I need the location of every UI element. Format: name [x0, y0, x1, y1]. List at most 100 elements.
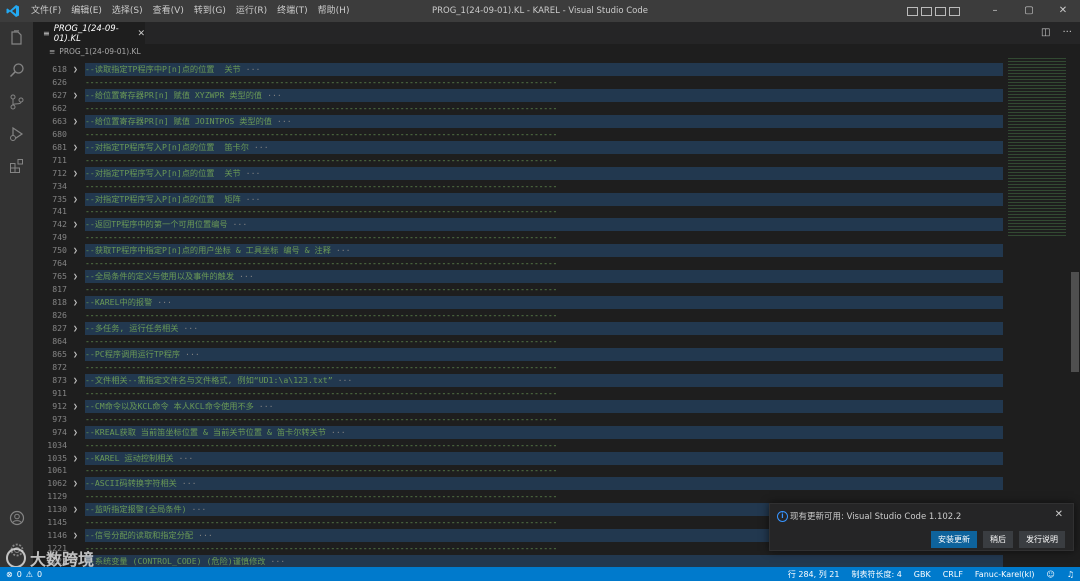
folded-region-line[interactable]: 627 ❯ --给位置寄存器PR[n] 赋值 XYZWPR 类型的值 ··· — [33, 88, 1008, 102]
more-actions-icon[interactable]: ··· — [1062, 22, 1072, 44]
fold-chevron-icon[interactable]: ❯ — [73, 477, 78, 490]
cursor-position[interactable]: 行 284, 列 21 — [788, 569, 840, 580]
fold-ellipsis[interactable]: ··· — [198, 530, 213, 540]
problems-indicator[interactable]: ⊗ 0 ⚠ 0 — [0, 570, 42, 579]
later-button[interactable]: 稍后 — [983, 531, 1013, 548]
split-editor-icon[interactable]: ◫ — [1041, 22, 1050, 44]
separator-line[interactable]: 911 -------------------------------------… — [33, 387, 1008, 400]
eol[interactable]: CRLF — [943, 570, 963, 579]
notifications-bell-icon[interactable]: ♫ — [1067, 570, 1074, 579]
folded-region-line[interactable]: 1222 ❯ --系统变量 (CONTROL_CODE) (危险)谨慎修改 ··· — [33, 555, 1008, 567]
fold-chevron-icon[interactable]: ❯ — [73, 244, 78, 257]
encoding[interactable]: GBK — [914, 570, 931, 579]
feedback-icon[interactable]: ☺ — [1046, 570, 1054, 579]
fold-chevron-icon[interactable]: ❯ — [73, 296, 78, 309]
fold-chevron-icon[interactable]: ❯ — [73, 348, 78, 361]
toggle-sidebar-icon[interactable] — [907, 6, 918, 16]
fold-chevron-icon[interactable]: ❯ — [73, 400, 78, 413]
fold-ellipsis[interactable]: ··· — [239, 271, 254, 281]
folded-region-line[interactable]: 742 ❯ --返回TP程序中的第一个可用位置编号 ··· — [33, 218, 1008, 232]
fold-chevron-icon[interactable]: ❯ — [73, 503, 78, 516]
fold-ellipsis[interactable]: ··· — [185, 349, 200, 359]
folded-region-line[interactable]: 750 ❯ --获取TP程序中指定P[n]点的用户坐标 & 工具坐标 编号 & 注释… — [33, 244, 1008, 258]
menu-item[interactable]: 编辑(E) — [66, 0, 107, 22]
separator-line[interactable]: 749 -------------------------------------… — [33, 231, 1008, 244]
menu-item[interactable]: 运行(R) — [231, 0, 272, 22]
separator-line[interactable]: 734 -------------------------------------… — [33, 180, 1008, 193]
separator-line[interactable]: 864 -------------------------------------… — [33, 335, 1008, 348]
code-editor[interactable]: 618 ❯ --读取指定TP程序中P[n]点的位置 关节 ··· 626 -------… — [33, 58, 1008, 567]
fold-ellipsis[interactable]: ··· — [338, 375, 353, 385]
account-icon[interactable] — [0, 502, 33, 534]
fold-chevron-icon[interactable]: ❯ — [73, 452, 78, 465]
folded-region-line[interactable]: 735 ❯ --对指定TP程序写入P[n]点的位置 矩阵 ··· — [33, 192, 1008, 206]
fold-ellipsis[interactable]: ··· — [179, 453, 194, 463]
customize-layout-icon[interactable] — [949, 6, 960, 16]
fold-ellipsis[interactable]: ··· — [270, 556, 285, 566]
folded-region-line[interactable]: 873 ❯ --文件相关--需指定文件名与文件格式, 例如“UD1:\a\123.t… — [33, 373, 1008, 387]
separator-line[interactable]: 1034 ------------------------------------… — [33, 439, 1008, 452]
fold-ellipsis[interactable]: ··· — [182, 478, 197, 488]
separator-line[interactable]: 711 -------------------------------------… — [33, 154, 1008, 167]
menu-item[interactable]: 文件(F) — [26, 0, 66, 22]
fold-ellipsis[interactable]: ··· — [259, 401, 274, 411]
folded-region-line[interactable]: 712 ❯ --对指定TP程序写入P[n]点的位置 关节 ··· — [33, 166, 1008, 180]
fold-chevron-icon[interactable]: ❯ — [73, 322, 78, 335]
fold-ellipsis[interactable]: ··· — [246, 64, 261, 74]
separator-line[interactable]: 826 -------------------------------------… — [33, 309, 1008, 322]
folded-region-line[interactable]: 618 ❯ --读取指定TP程序中P[n]点的位置 关节 ··· — [33, 63, 1008, 76]
search-icon[interactable] — [0, 54, 33, 86]
fold-chevron-icon[interactable]: ❯ — [73, 115, 78, 128]
menu-item[interactable]: 帮助(H) — [313, 0, 355, 22]
scrollbar-thumb[interactable] — [1071, 272, 1079, 372]
fold-chevron-icon[interactable]: ❯ — [73, 270, 78, 283]
folded-region-line[interactable]: 1062 ❯ --ASCII码转换字符相关 ··· — [33, 477, 1008, 491]
close-notification-icon[interactable]: ✕ — [1055, 509, 1063, 520]
toggle-secondary-sidebar-icon[interactable] — [935, 6, 946, 16]
separator-line[interactable]: 817 -------------------------------------… — [33, 283, 1008, 296]
folded-region-line[interactable]: 663 ❯ --给位置寄存器PR[n] 赋值 JOINTPOS 类型的值 ··· — [33, 114, 1008, 128]
fold-chevron-icon[interactable]: ❯ — [73, 193, 78, 206]
tab-prog-1[interactable]: ≡ PROG_1(24-09-01).KL ✕ — [33, 22, 145, 44]
close-tab-icon[interactable]: ✕ — [137, 29, 145, 39]
run-debug-icon[interactable] — [0, 118, 33, 150]
fold-ellipsis[interactable]: ··· — [232, 219, 247, 229]
fold-chevron-icon[interactable]: ❯ — [73, 218, 78, 231]
separator-line[interactable]: 1061 ------------------------------------… — [33, 464, 1008, 477]
fold-chevron-icon[interactable]: ❯ — [73, 374, 78, 387]
explorer-icon[interactable] — [0, 22, 33, 54]
fold-chevron-icon[interactable]: ❯ — [73, 426, 78, 439]
fold-ellipsis[interactable]: ··· — [331, 427, 346, 437]
fold-ellipsis[interactable]: ··· — [277, 116, 292, 126]
fold-ellipsis[interactable]: ··· — [246, 194, 261, 204]
fold-ellipsis[interactable]: ··· — [254, 142, 269, 152]
breadcrumb-file[interactable]: PROG_1(24-09-01).KL — [59, 47, 140, 56]
separator-line[interactable]: 1129 ------------------------------------… — [33, 490, 1008, 503]
fold-ellipsis[interactable]: ··· — [246, 168, 261, 178]
fold-chevron-icon[interactable]: ❯ — [73, 529, 78, 542]
folded-region-line[interactable]: 1035 ❯ --KAREL 运动控制相关 ··· — [33, 451, 1008, 465]
folded-region-line[interactable]: 974 ❯ --KREAL获取 当前笛坐标位置 & 当前关节位置 & 笛卡尔转关节 … — [33, 425, 1008, 439]
separator-line[interactable]: 662 -------------------------------------… — [33, 102, 1008, 115]
tab-size[interactable]: 制表符长度: 4 — [851, 569, 901, 580]
fold-ellipsis[interactable]: ··· — [267, 90, 282, 100]
install-update-button[interactable]: 安装更新 — [931, 531, 977, 548]
separator-line[interactable]: 973 -------------------------------------… — [33, 413, 1008, 426]
fold-chevron-icon[interactable]: ❯ — [73, 141, 78, 154]
folded-region-line[interactable]: 818 ❯ --KAREL中的报警 ··· — [33, 296, 1008, 310]
fold-ellipsis[interactable]: ··· — [336, 245, 351, 255]
folded-region-line[interactable]: 912 ❯ --CM命令以及KCL命令 本人KCL命令使用不多 ··· — [33, 399, 1008, 413]
menu-item[interactable]: 终端(T) — [272, 0, 313, 22]
menu-item[interactable]: 查看(V) — [148, 0, 189, 22]
fold-ellipsis[interactable]: ··· — [192, 504, 207, 514]
separator-line[interactable]: 872 -------------------------------------… — [33, 361, 1008, 374]
folded-region-line[interactable]: 827 ❯ --多任务, 运行任务相关 ··· — [33, 322, 1008, 335]
fold-chevron-icon[interactable]: ❯ — [73, 89, 78, 102]
close-window-button[interactable]: ✕ — [1046, 0, 1080, 22]
toggle-panel-icon[interactable] — [921, 6, 932, 16]
vertical-scrollbar[interactable] — [1070, 58, 1080, 567]
folded-region-line[interactable]: 765 ❯ --全局条件的定义与使用以及事件的触发 ··· — [33, 270, 1008, 284]
fold-ellipsis[interactable]: ··· — [157, 297, 172, 307]
source-control-icon[interactable] — [0, 86, 33, 118]
folded-region-line[interactable]: 681 ❯ --对指定TP程序写入P[n]点的位置 笛卡尔 ··· — [33, 140, 1008, 154]
